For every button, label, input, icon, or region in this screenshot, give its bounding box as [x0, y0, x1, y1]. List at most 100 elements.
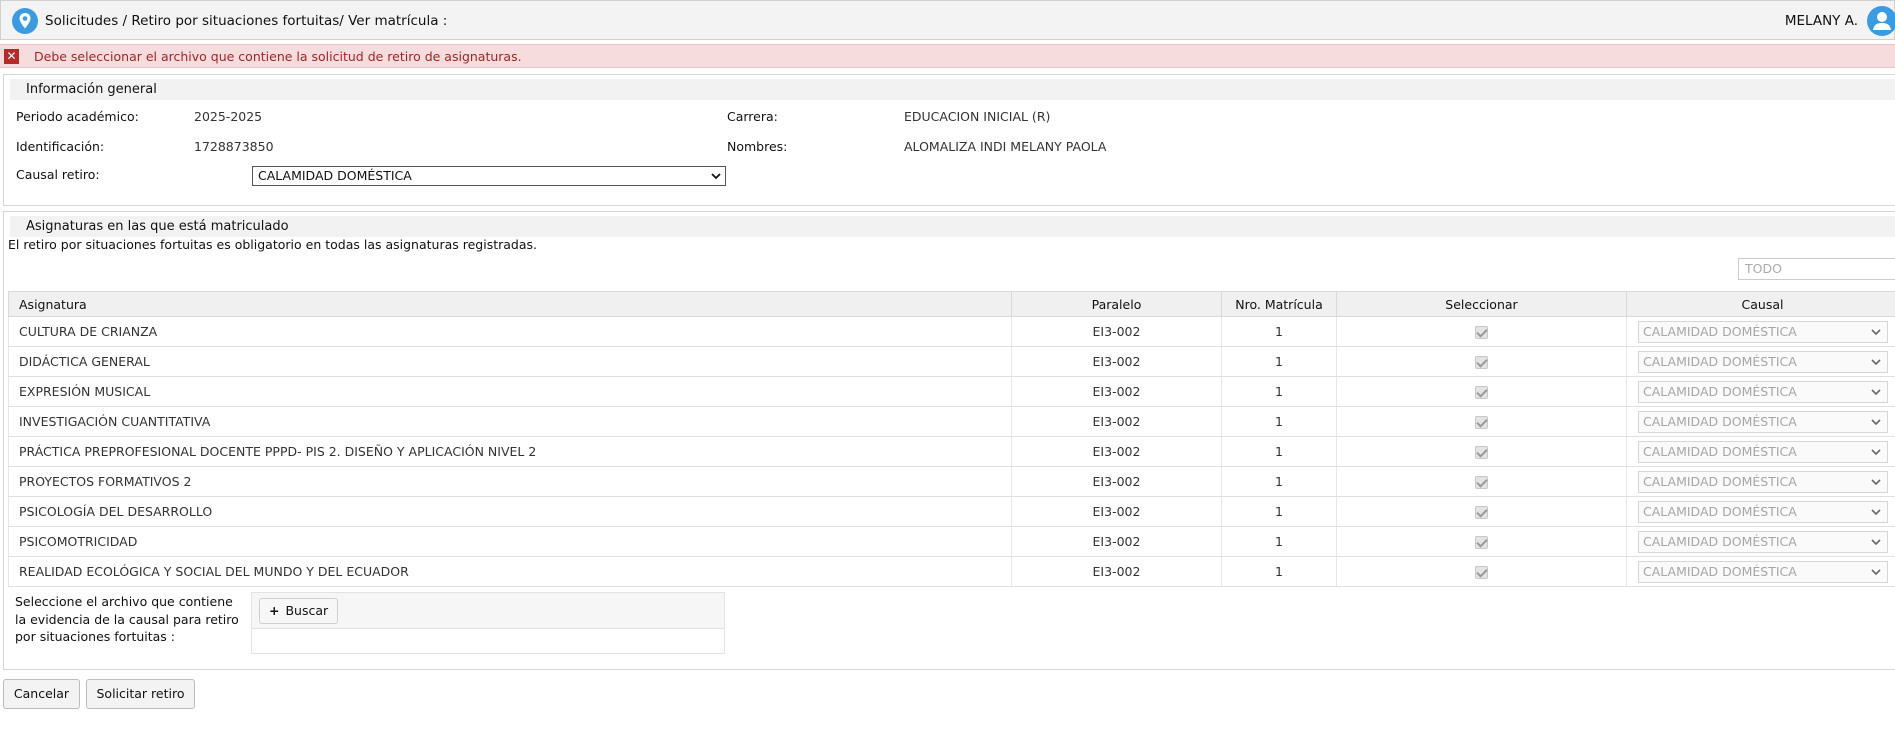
matricula-cell: 1 [1221, 556, 1337, 587]
causal-value: CALAMIDAD DOMÉSTICA [1643, 383, 1797, 399]
causal-value: CALAMIDAD DOMÉSTICA [1643, 473, 1797, 489]
chevron-down-icon [1871, 328, 1881, 335]
causal-value: CALAMIDAD DOMÉSTICA [1643, 533, 1797, 549]
causal-select[interactable]: CALAMIDAD DOMÉSTICA [1638, 350, 1888, 373]
table-row: INVESTIGACIÓN CUANTITATIVA EI3-002 1 CAL… [8, 406, 1895, 437]
seleccionar-cell [1336, 556, 1627, 587]
table-row: REALIDAD ECOLÓGICA Y SOCIAL DEL MUNDO Y … [8, 556, 1895, 587]
select-checkbox[interactable] [1475, 536, 1488, 549]
table-header-row: Asignatura Paralelo Nro. Matrícula Selec… [8, 291, 1895, 317]
causal-cell: CALAMIDAD DOMÉSTICA [1626, 376, 1895, 407]
matricula-cell: 1 [1221, 346, 1337, 377]
table-row: PSICOLOGÍA DEL DESARROLLO EI3-002 1 CALA… [8, 496, 1895, 527]
paralelo-cell: EI3-002 [1011, 466, 1222, 497]
column-header-matricula[interactable]: Nro. Matrícula [1221, 291, 1337, 317]
causal-select[interactable]: CALAMIDAD DOMÉSTICA [1638, 380, 1888, 403]
paralelo-cell: EI3-002 [1011, 406, 1222, 437]
breadcrumb: Solicitudes / Retiro por situaciones for… [45, 13, 448, 29]
select-checkbox[interactable] [1475, 356, 1488, 369]
asignatura-cell: PSICOLOGÍA DEL DESARROLLO [8, 496, 1012, 527]
nombres-label: Nombres: [727, 139, 788, 154]
chevron-down-icon [1871, 388, 1881, 395]
subjects-table: Asignatura Paralelo Nro. Matrícula Selec… [8, 291, 1895, 587]
paralelo-cell: EI3-002 [1011, 496, 1222, 527]
matricula-cell: 1 [1221, 496, 1337, 527]
mandatory-note: El retiro por situaciones fortuitas es o… [8, 237, 537, 252]
causal-select[interactable]: CALAMIDAD DOMÉSTICA [1638, 320, 1888, 343]
causal-select[interactable]: CALAMIDAD DOMÉSTICA [1638, 500, 1888, 523]
chevron-down-icon [1871, 508, 1881, 515]
user-name[interactable]: MELANY A. [1785, 13, 1858, 29]
table-row: EXPRESIÓN MUSICAL EI3-002 1 CALAMIDAD DO… [8, 376, 1895, 407]
seleccionar-cell [1336, 496, 1627, 527]
asignatura-cell: PSICOMOTRICIDAD [8, 526, 1012, 557]
table-row: DIDÁCTICA GENERAL EI3-002 1 CALAMIDAD DO… [8, 346, 1895, 377]
filter-value: TODO [1745, 261, 1782, 276]
seleccionar-cell [1336, 376, 1627, 407]
location-pin-icon [12, 8, 38, 34]
causal-cell: CALAMIDAD DOMÉSTICA [1626, 526, 1895, 557]
matricula-cell: 1 [1221, 376, 1337, 407]
select-checkbox[interactable] [1475, 386, 1488, 399]
matricula-cell: 1 [1221, 316, 1337, 347]
file-drop-area[interactable] [252, 628, 724, 653]
nombres-value: ALOMALIZA INDI MELANY PAOLA [904, 139, 1107, 154]
asignatura-cell: EXPRESIÓN MUSICAL [8, 376, 1012, 407]
column-header-causal[interactable]: Causal [1626, 291, 1895, 317]
causal-select[interactable]: CALAMIDAD DOMÉSTICA [1638, 530, 1888, 553]
causal-cell: CALAMIDAD DOMÉSTICA [1626, 556, 1895, 587]
causal-retiro-select[interactable]: CALAMIDAD DOMÉSTICA [252, 166, 726, 186]
causal-value: CALAMIDAD DOMÉSTICA [1643, 443, 1797, 459]
top-bar: Solicitudes / Retiro por situaciones for… [0, 0, 1895, 40]
causal-cell: CALAMIDAD DOMÉSTICA [1626, 346, 1895, 377]
subjects-title: Asignaturas en las que está matriculado [26, 219, 289, 234]
column-header-paralelo[interactable]: Paralelo [1011, 291, 1222, 317]
periodo-label: Periodo académico: [16, 109, 139, 124]
causal-select[interactable]: CALAMIDAD DOMÉSTICA [1638, 560, 1888, 583]
cancel-button[interactable]: Cancelar [3, 679, 80, 709]
causal-select[interactable]: CALAMIDAD DOMÉSTICA [1638, 410, 1888, 433]
general-info-header: Información general [10, 79, 1895, 100]
causal-cell: CALAMIDAD DOMÉSTICA [1626, 496, 1895, 527]
causal-value: CALAMIDAD DOMÉSTICA [1643, 413, 1797, 429]
seleccionar-cell [1336, 526, 1627, 557]
select-checkbox[interactable] [1475, 476, 1488, 489]
browse-button[interactable]: + Buscar [259, 598, 338, 624]
column-header-asignatura[interactable]: Asignatura [8, 291, 1012, 317]
plus-icon: + [269, 603, 280, 618]
chevron-down-icon [1871, 418, 1881, 425]
submit-withdrawal-button[interactable]: Solicitar retiro [86, 679, 195, 709]
asignatura-cell: PROYECTOS FORMATIVOS 2 [8, 466, 1012, 497]
general-info-panel: Información general Periodo académico: 2… [3, 74, 1895, 206]
paralelo-cell: EI3-002 [1011, 556, 1222, 587]
matricula-cell: 1 [1221, 466, 1337, 497]
causal-select[interactable]: CALAMIDAD DOMÉSTICA [1638, 470, 1888, 493]
causal-cell: CALAMIDAD DOMÉSTICA [1626, 466, 1895, 497]
causal-cell: CALAMIDAD DOMÉSTICA [1626, 436, 1895, 467]
causal-value: CALAMIDAD DOMÉSTICA [1643, 563, 1797, 579]
select-checkbox[interactable] [1475, 566, 1488, 579]
user-avatar-icon[interactable] [1866, 5, 1895, 37]
column-header-seleccionar[interactable]: Seleccionar [1336, 291, 1627, 317]
chevron-down-icon [1871, 478, 1881, 485]
table-row: PRÁCTICA PREPROFESIONAL DOCENTE PPPD- PI… [8, 436, 1895, 467]
identificacion-label: Identificación: [16, 139, 105, 154]
paralelo-cell: EI3-002 [1011, 316, 1222, 347]
seleccionar-cell [1336, 316, 1627, 347]
causal-value: CALAMIDAD DOMÉSTICA [1643, 323, 1797, 339]
causal-select[interactable]: CALAMIDAD DOMÉSTICA [1638, 440, 1888, 463]
asignatura-cell: CULTURA DE CRIANZA [8, 316, 1012, 347]
chevron-down-icon [711, 173, 721, 180]
select-checkbox[interactable] [1475, 446, 1488, 459]
seleccionar-cell [1336, 466, 1627, 497]
file-upload-box: + Buscar [251, 592, 725, 654]
error-message: Debe seleccionar el archivo que contiene… [34, 49, 522, 64]
causal-value: CALAMIDAD DOMÉSTICA [1643, 503, 1797, 519]
error-close-icon[interactable]: ✕ [4, 49, 19, 64]
filter-input[interactable]: TODO [1738, 258, 1895, 280]
select-checkbox[interactable] [1475, 416, 1488, 429]
select-checkbox[interactable] [1475, 326, 1488, 339]
matricula-cell: 1 [1221, 436, 1337, 467]
periodo-value: 2025-2025 [194, 109, 263, 124]
select-checkbox[interactable] [1475, 506, 1488, 519]
